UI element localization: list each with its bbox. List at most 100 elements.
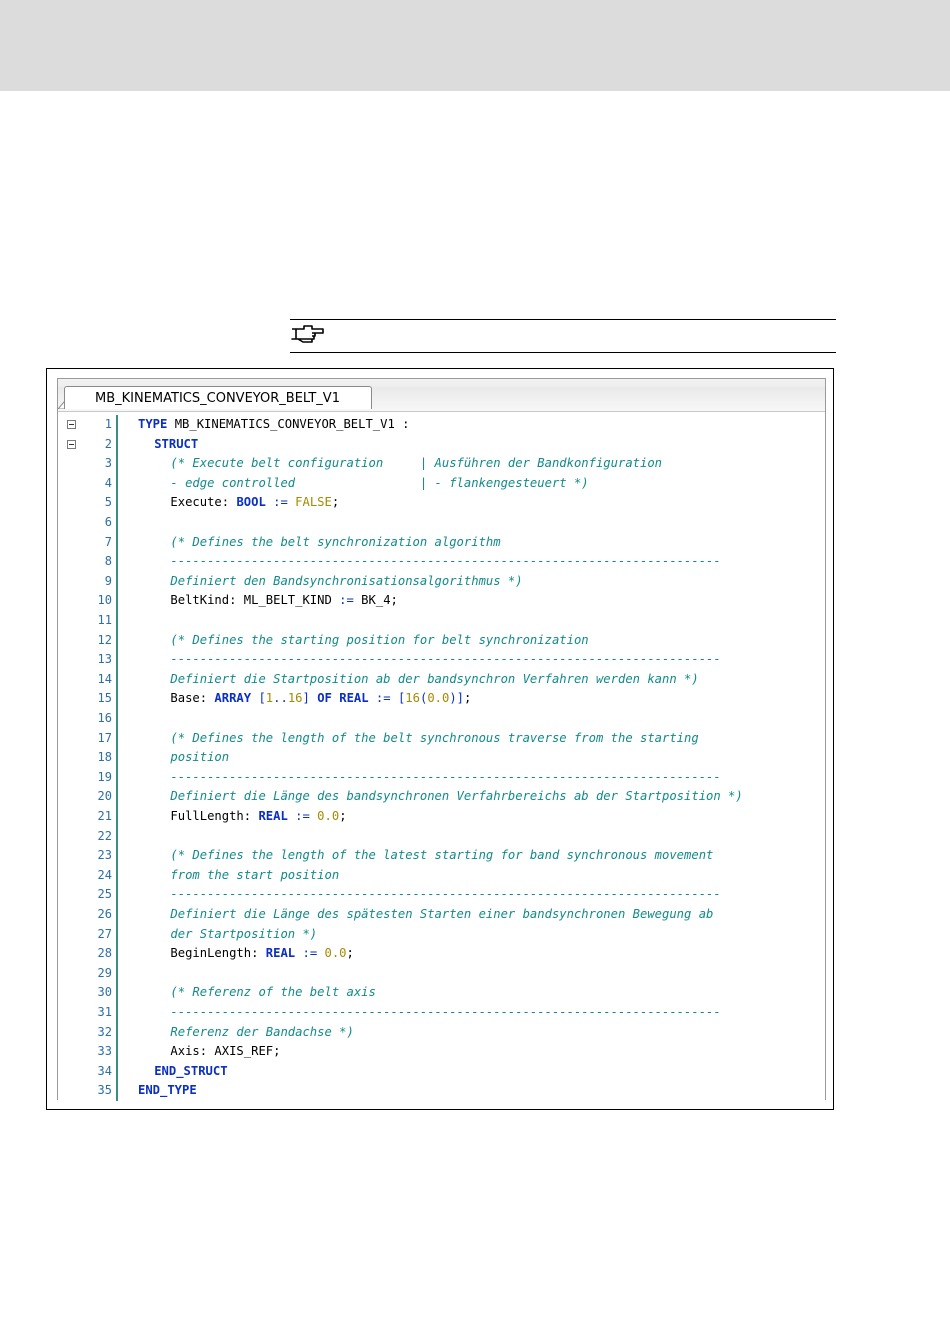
line-number: 2 [104, 436, 112, 451]
code-token: (* Defines the length of the latest star… [170, 848, 714, 863]
collapse-minus-icon[interactable] [67, 420, 76, 429]
line-number: 3 [104, 456, 112, 471]
code-token: ----------------------------------------… [170, 652, 721, 667]
line-number: 11 [97, 613, 112, 627]
line-number: 10 [97, 593, 112, 608]
code-token: [ [251, 691, 266, 706]
code-line: Definiert die Startposition ab der bands… [170, 670, 698, 689]
line-number: 8 [104, 554, 112, 569]
line-number: 32 [97, 1024, 112, 1039]
code-token: := [265, 495, 296, 510]
code-text[interactable]: TYPE MB_KINEMATICS_CONVEYOR_BELT_V1 : STR… [120, 415, 825, 1101]
code-line: Definiert die Länge des spätesten Starte… [170, 905, 713, 924]
line-number: 21 [97, 809, 112, 823]
line-number: 13 [97, 652, 112, 667]
code-token: FullLength: [170, 809, 259, 823]
code-token: REAL [339, 691, 369, 706]
code-token: (* Defines the starting position for bel… [170, 632, 589, 647]
code-token: Definiert die Startposition ab der bands… [170, 671, 699, 686]
collapse-minus-icon[interactable] [67, 439, 76, 449]
pointing-hand-icon [291, 325, 324, 343]
line-number: 30 [97, 985, 112, 1000]
line-number: 31 [97, 1005, 112, 1019]
code-token: ; [464, 691, 472, 706]
code-token: der Startposition *) [170, 926, 318, 941]
code-line: Base: ARRAY [1..16] OF REAL := [16(0.0)]… [170, 689, 471, 708]
code-token: MB_KINEMATICS_CONVEYOR_BELT_V1 : [167, 417, 410, 431]
fold-gutter [58, 415, 82, 1101]
code-token: Axis: AXIS_REF; [170, 1044, 281, 1059]
line-number: 24 [97, 867, 112, 882]
line-number: 12 [97, 632, 112, 647]
line-number: 22 [97, 828, 112, 843]
line-number: 34 [97, 1063, 112, 1078]
code-token: ----------------------------------------… [170, 769, 721, 784]
code-token: REAL [258, 809, 288, 823]
code-line: Definiert den Bandsynchronisationsalgori… [170, 572, 522, 591]
code-token: BOOL [236, 495, 266, 510]
code-token: ; [331, 495, 340, 510]
code-token: (* Execute belt configuration | Ausführe… [170, 456, 663, 471]
code-token: := [ [368, 691, 406, 706]
code-token: Definiert die Länge des bandsynchronen V… [170, 789, 743, 804]
code-line: BeginLength: REAL := 0.0; [170, 944, 353, 963]
code-token: FALSE [295, 495, 332, 510]
editor-tab[interactable]: MB_KINEMATICS_CONVEYOR_BELT_V1 [64, 386, 372, 409]
code-line: (* Defines the length of the belt synchr… [170, 729, 698, 748]
code-token: 16 [405, 691, 420, 706]
code-line: FullLength: REAL := 0.0; [170, 807, 346, 826]
code-token: := [339, 593, 354, 608]
line-number: 20 [97, 789, 112, 804]
line-number: 7 [104, 534, 112, 549]
code-token: 16 [287, 691, 303, 706]
line-number: 6 [104, 515, 112, 529]
code-token: from the start position [170, 867, 340, 882]
line-number: 27 [97, 926, 112, 941]
code-token: ----------------------------------------… [170, 1005, 721, 1019]
code-line: ----------------------------------------… [170, 885, 720, 904]
line-number: 18 [97, 750, 112, 765]
code-token: position [170, 750, 230, 765]
code-token: END_TYPE [138, 1083, 197, 1098]
code-line: - edge controlled | - flankengesteuert *… [170, 474, 588, 493]
code-token: Referenz der Bandachse *) [170, 1024, 354, 1039]
code-token: := [295, 946, 325, 961]
code-token: ; [346, 946, 354, 961]
code-token: STRUCT [154, 436, 199, 451]
code-line: Definiert die Länge des bandsynchronen V… [170, 787, 742, 806]
line-number: 4 [104, 475, 112, 490]
code-line: from the start position [170, 866, 339, 885]
code-token: (* Defines the length of the belt synchr… [170, 730, 699, 745]
code-editor-window: MB_KINEMATICS_CONVEYOR_BELT_V1 123456789… [57, 378, 826, 1101]
note-rule-bottom [290, 352, 836, 353]
line-number: 5 [104, 495, 112, 510]
code-token: ; [339, 809, 347, 823]
line-number: 28 [97, 946, 112, 961]
code-line: (* Execute belt configuration | Ausführe… [170, 454, 662, 473]
line-number: 26 [97, 907, 112, 921]
line-number: 33 [97, 1044, 112, 1059]
code-line: Referenz der Bandachse *) [170, 1023, 353, 1042]
code-line: TYPE MB_KINEMATICS_CONVEYOR_BELT_V1 : [138, 415, 410, 434]
code-area[interactable]: 1 2 3 4 5 6 7 8 9 10 11 12 13 14 15 16 17 18 19 20 21 22 23 24 2… [58, 415, 825, 1101]
code-line: END_STRUCT [154, 1062, 227, 1081]
editor-tab-label: MB_KINEMATICS_CONVEYOR_BELT_V1 [95, 390, 340, 406]
code-line: position [170, 748, 229, 767]
code-line: (* Defines the belt synchronization algo… [170, 533, 500, 552]
code-token: 0.0 [317, 809, 340, 823]
editor-tab-strip: MB_KINEMATICS_CONVEYOR_BELT_V1 [58, 379, 825, 412]
note-rule-top [290, 319, 836, 320]
code-line: Axis: AXIS_REF; [170, 1042, 280, 1061]
code-token: REAL [265, 946, 296, 961]
code-token: 0.0 [427, 691, 450, 706]
code-line: ----------------------------------------… [170, 552, 720, 571]
code-token: (* Referenz of the belt axis [170, 985, 376, 1000]
line-number: 16 [97, 711, 112, 725]
code-token: ] [302, 691, 318, 706]
line-number: 19 [97, 769, 112, 784]
code-line: ----------------------------------------… [170, 650, 720, 669]
line-number: 9 [104, 573, 112, 588]
code-line: BeltKind: ML_BELT_KIND := BK_4; [170, 591, 397, 610]
line-number: 23 [97, 848, 112, 863]
code-line: ----------------------------------------… [170, 1003, 720, 1022]
